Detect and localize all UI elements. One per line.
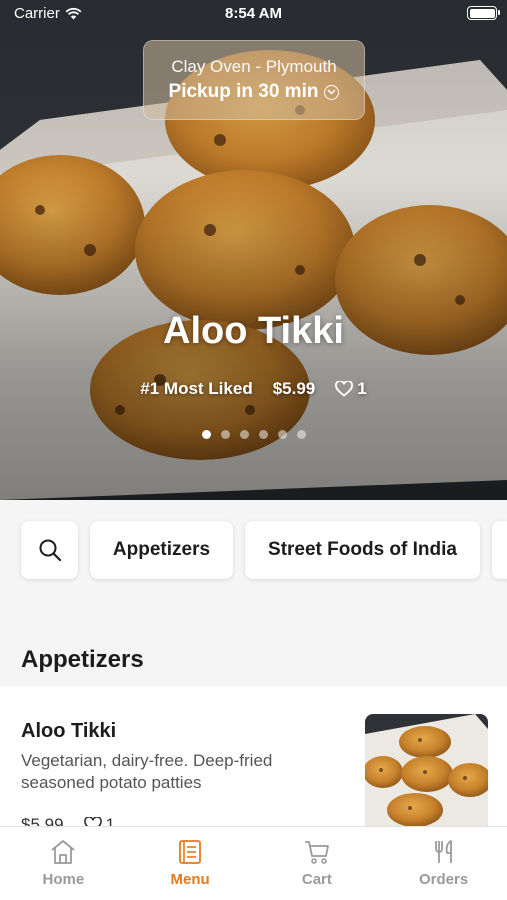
- tab-home-label: Home: [42, 871, 85, 888]
- category-chip-appetizers[interactable]: Appetizers: [90, 521, 233, 579]
- carousel-dot[interactable]: [277, 430, 287, 439]
- menu-book-icon: [179, 840, 202, 864]
- tab-cart-label: Cart: [301, 871, 332, 888]
- featured-like-count: 1: [357, 379, 367, 398]
- tab-menu[interactable]: Menu: [127, 827, 254, 900]
- section-heading: Appetizers: [21, 646, 144, 673]
- item-thumbnail: [365, 714, 488, 832]
- fork-knife-icon: [434, 840, 452, 863]
- search-icon: [39, 539, 61, 562]
- category-chip-street-foods[interactable]: Street Foods of India: [245, 521, 480, 579]
- category-bar: Appetizers Street Foods of India: [0, 500, 507, 610]
- pickup-time: Pickup in 30 min: [144, 81, 364, 103]
- item-name: Aloo Tikki: [21, 720, 117, 742]
- carousel-dots[interactable]: [0, 430, 507, 439]
- carousel-dot[interactable]: [220, 430, 230, 439]
- tab-orders[interactable]: Orders: [380, 827, 507, 900]
- carousel-dot[interactable]: [239, 430, 249, 439]
- tab-cart[interactable]: Cart: [254, 827, 381, 900]
- tab-menu-label: Menu: [170, 871, 210, 888]
- featured-price: $5.99: [272, 379, 316, 398]
- pickup-label: Pickup in 30 min: [168, 81, 319, 102]
- item-description: Vegetarian, dairy-free. Deep-fried seaso…: [21, 751, 273, 792]
- status-bar: Carrier 8:54 AM: [0, 0, 507, 28]
- carousel-dot[interactable]: [296, 430, 306, 439]
- battery-icon: [467, 6, 500, 20]
- home-icon: [51, 840, 75, 864]
- carousel-dot[interactable]: [201, 430, 211, 439]
- featured-likes[interactable]: 1: [335, 379, 367, 399]
- category-chip-next[interactable]: [492, 521, 507, 579]
- heart-icon: [335, 381, 354, 397]
- featured-meta: #1 Most Liked $5.99 1: [0, 379, 507, 399]
- tab-bar: Home Menu Cart Orders: [0, 826, 507, 900]
- location-name: Clay Oven - Plymouth: [171, 57, 337, 76]
- featured-title: Aloo Tikki: [163, 310, 344, 352]
- tab-orders-label: Orders: [419, 871, 469, 888]
- chevron-down-icon: [324, 84, 340, 100]
- search-button[interactable]: [21, 521, 78, 579]
- clock-label: 8:54 AM: [225, 5, 282, 22]
- tab-home[interactable]: Home: [0, 827, 127, 900]
- hero-banner[interactable]: Carrier 8:54 AM Clay Oven - Plymouth Pic…: [0, 0, 507, 500]
- carousel-dot[interactable]: [258, 430, 268, 439]
- featured-rank: #1 Most Liked: [140, 379, 253, 398]
- location-selector[interactable]: Clay Oven - Plymouth Pickup in 30 min: [143, 40, 365, 120]
- cart-icon: [304, 841, 329, 864]
